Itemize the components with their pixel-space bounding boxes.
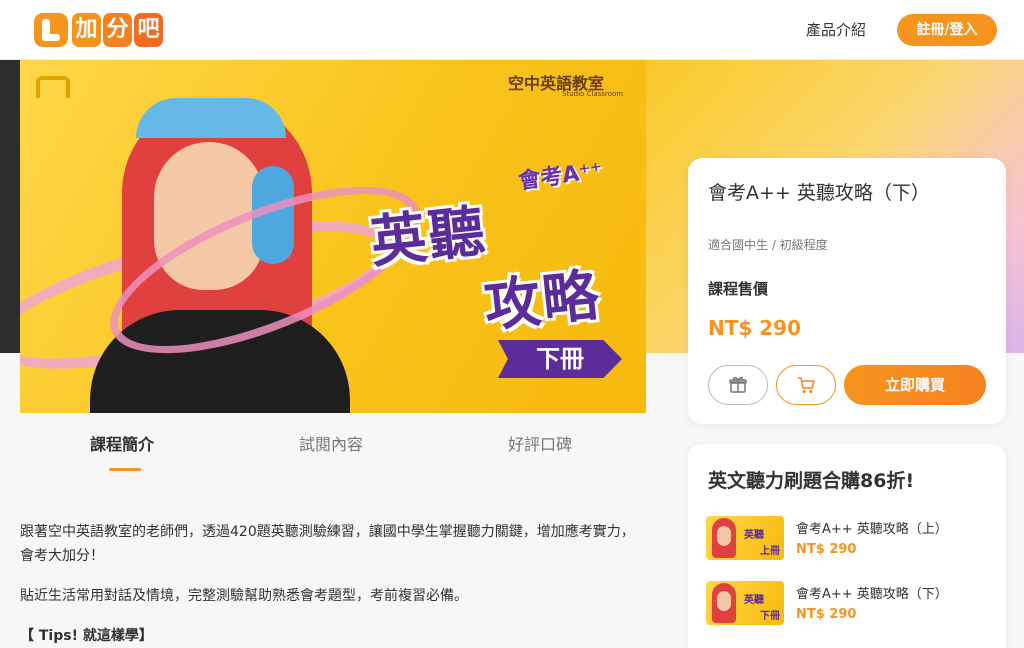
tab-reviews[interactable]: 好評口碑: [508, 431, 572, 455]
bundle-item[interactable]: 英聽 下冊 會考A++ 英聽攻略（下） NT$ 290: [706, 581, 996, 629]
bundle-item-thumbnail: 英聽 下冊: [706, 581, 784, 625]
studio-classroom-subtitle: Studio Classroom: [562, 90, 624, 98]
thumb-character-face: [717, 591, 731, 611]
logo-text: 加 分 吧: [72, 13, 163, 47]
description-paragraph-2: 貼近生活常用對話及情境，完整測驗幫助熟悉會考題型，考前複習必備。: [20, 588, 468, 604]
site-header: 加 分 吧 產品介紹 註冊/登入: [0, 0, 1024, 60]
thumb-volume: 上冊: [760, 546, 780, 557]
banner-volume-tag: 下冊: [498, 340, 622, 378]
register-login-button[interactable]: 註冊/登入: [897, 14, 997, 46]
course-price: NT$ 290: [708, 316, 802, 340]
bundle-title: 英文聽力刷題合購86折!: [708, 470, 915, 492]
thumb-title: 英聽: [744, 530, 764, 541]
course-description: 跟著空中英語教室的老師們，透過420題英聽測驗練習，讓國中學生掌握聽力關鍵，增加…: [20, 520, 646, 648]
logo-char-3: 吧: [134, 13, 163, 47]
gift-button[interactable]: [708, 365, 768, 405]
bundle-card: 英文聽力刷題合購86折! 英聽 上冊 會考A++ 英聽攻略（上） NT$ 290…: [688, 444, 1006, 648]
logo-char-1: 加: [72, 13, 101, 47]
banner-headphone-logo-icon: [36, 76, 70, 98]
description-paragraph-1: 跟著空中英語教室的老師們，透過420題英聽測驗練習，讓國中學生掌握聽力關鍵，增加…: [20, 524, 635, 564]
course-title: 會考A++ 英聽攻略（下）: [708, 182, 930, 204]
buy-now-button[interactable]: 立即購買: [844, 365, 986, 405]
course-banner-image: 空中英語教室 Studio Classroom 會考A⁺⁺ 英聽 攻略 下冊: [20, 60, 646, 413]
bundle-item-price: NT$ 290: [796, 542, 857, 557]
site-logo[interactable]: 加 分 吧: [34, 12, 163, 48]
gift-icon: [729, 376, 747, 393]
tab-active-indicator: [109, 468, 141, 471]
price-label: 課程售價: [708, 280, 769, 298]
course-tabs: 課程簡介 試閱內容 好評口碑: [20, 413, 646, 473]
add-to-cart-button[interactable]: [776, 365, 836, 405]
cart-icon: [798, 377, 815, 393]
banner-tag: 會考A⁺⁺: [517, 158, 604, 195]
tab-course-intro[interactable]: 課程簡介: [90, 431, 154, 455]
bundle-item[interactable]: 英聽 上冊 會考A++ 英聽攻略（上） NT$ 290: [706, 516, 996, 564]
bundle-item-name: 會考A++ 英聽攻略（下）: [796, 587, 948, 602]
bundle-item-price: NT$ 290: [796, 607, 857, 622]
logo-mark-icon: [34, 13, 68, 47]
tab-preview[interactable]: 試閱內容: [299, 431, 363, 455]
thumb-title: 英聽: [744, 595, 764, 606]
thumb-character-face: [717, 526, 731, 546]
course-meta: 適合國中生 / 初級程度: [708, 238, 828, 252]
banner-title-line1: 英聽: [367, 199, 490, 276]
bundle-item-thumbnail: 英聽 上冊: [706, 516, 784, 560]
hero-left-strip: [0, 60, 20, 353]
banner-title-line2: 攻略: [481, 263, 604, 340]
nav-products-link[interactable]: 產品介紹: [806, 19, 866, 40]
logo-char-2: 分: [103, 13, 132, 47]
headphone-band-icon: [136, 98, 286, 138]
purchase-card: 會考A++ 英聽攻略（下） 適合國中生 / 初級程度 課程售價 NT$ 290 …: [688, 158, 1006, 424]
description-tips-heading: 【 Tips! 就這樣學】: [20, 628, 153, 644]
bundle-item-name: 會考A++ 英聽攻略（上）: [796, 522, 948, 537]
thumb-volume: 下冊: [760, 611, 780, 622]
